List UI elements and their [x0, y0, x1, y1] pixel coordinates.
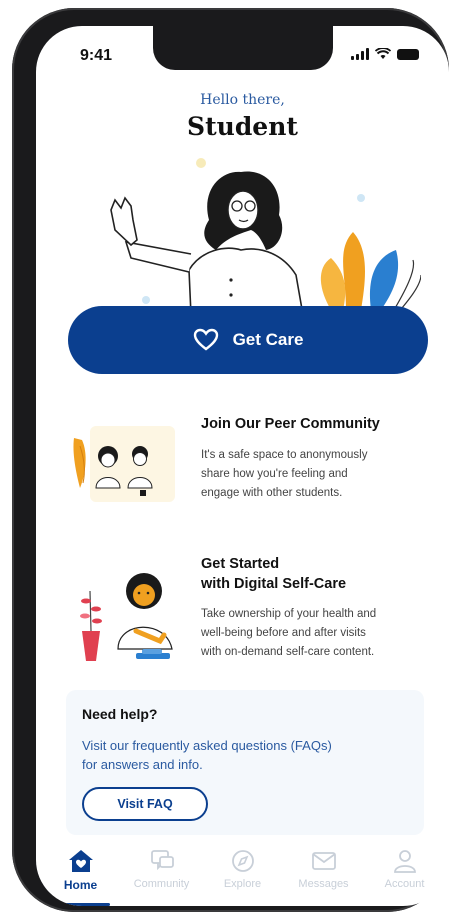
- help-text-line: for answers and info.: [82, 757, 203, 772]
- tab-community-label: Community: [133, 878, 190, 890]
- visit-faq-button[interactable]: Visit FAQ: [82, 787, 208, 821]
- self-care-title-line: Get Started: [201, 556, 280, 572]
- phone-frame: 9:41 Hello there, Student Get Care Join …: [12, 8, 449, 912]
- mail-icon: [311, 852, 336, 870]
- tab-home[interactable]: Home: [42, 848, 120, 906]
- status-icons: [351, 48, 419, 60]
- wifi-icon: [375, 48, 391, 59]
- help-text: Visit our frequently asked questions (FA…: [82, 736, 412, 774]
- peer-community-text-line: It's a safe space to anonymously: [201, 449, 368, 461]
- help-panel: Need help? Visit our frequently asked qu…: [66, 690, 424, 835]
- home-heart-icon: [68, 850, 93, 872]
- app-screen: 9:41 Hello there, Student Get Care Join …: [36, 26, 449, 906]
- peer-community-text-line: share how you're feeling and: [201, 468, 348, 480]
- battery-icon: [397, 48, 419, 60]
- peer-community-title: Join Our Peer Community: [201, 416, 380, 432]
- get-care-label: Get Care: [232, 330, 304, 349]
- bottom-tab-bar: Home Community Explore Messages Account: [36, 848, 449, 906]
- greeting-text: Hello there,: [200, 92, 285, 108]
- help-text-line: Visit our frequently asked questions (FA…: [82, 738, 332, 753]
- tab-explore[interactable]: Explore: [204, 848, 282, 906]
- self-care-illustration: [80, 573, 173, 661]
- device-notch: [153, 26, 333, 70]
- help-title: Need help?: [82, 706, 158, 722]
- hero-illustration: [110, 158, 421, 315]
- self-care-text-line: Take ownership of your health and: [201, 608, 377, 620]
- tab-community[interactable]: Community: [123, 848, 201, 906]
- self-care-text-line: well-being before and after visits: [201, 627, 366, 639]
- person-icon: [393, 850, 416, 873]
- tab-messages-label: Messages: [298, 878, 349, 890]
- chat-bubbles-icon: [150, 850, 174, 871]
- active-tab-indicator: [51, 903, 110, 906]
- get-care-button[interactable]: Get Care: [68, 306, 428, 374]
- self-care-text-line: with on-demand self-care content.: [201, 646, 375, 658]
- tab-home-label: Home: [63, 878, 98, 892]
- tab-account-label: Account: [384, 878, 425, 890]
- status-time: 9:41: [80, 47, 113, 64]
- compass-icon: [231, 850, 254, 872]
- tab-messages[interactable]: Messages: [285, 848, 363, 906]
- tab-explore-label: Explore: [223, 878, 262, 890]
- peer-community-text-line: engage with other students.: [201, 487, 343, 499]
- peer-community-illustration: [73, 426, 175, 502]
- self-care-title-line: with Digital Self-Care: [201, 576, 347, 592]
- heart-icon: [193, 328, 218, 351]
- tab-account[interactable]: Account: [366, 848, 444, 906]
- signal-icon: [351, 48, 369, 60]
- user-name: Student: [187, 112, 298, 141]
